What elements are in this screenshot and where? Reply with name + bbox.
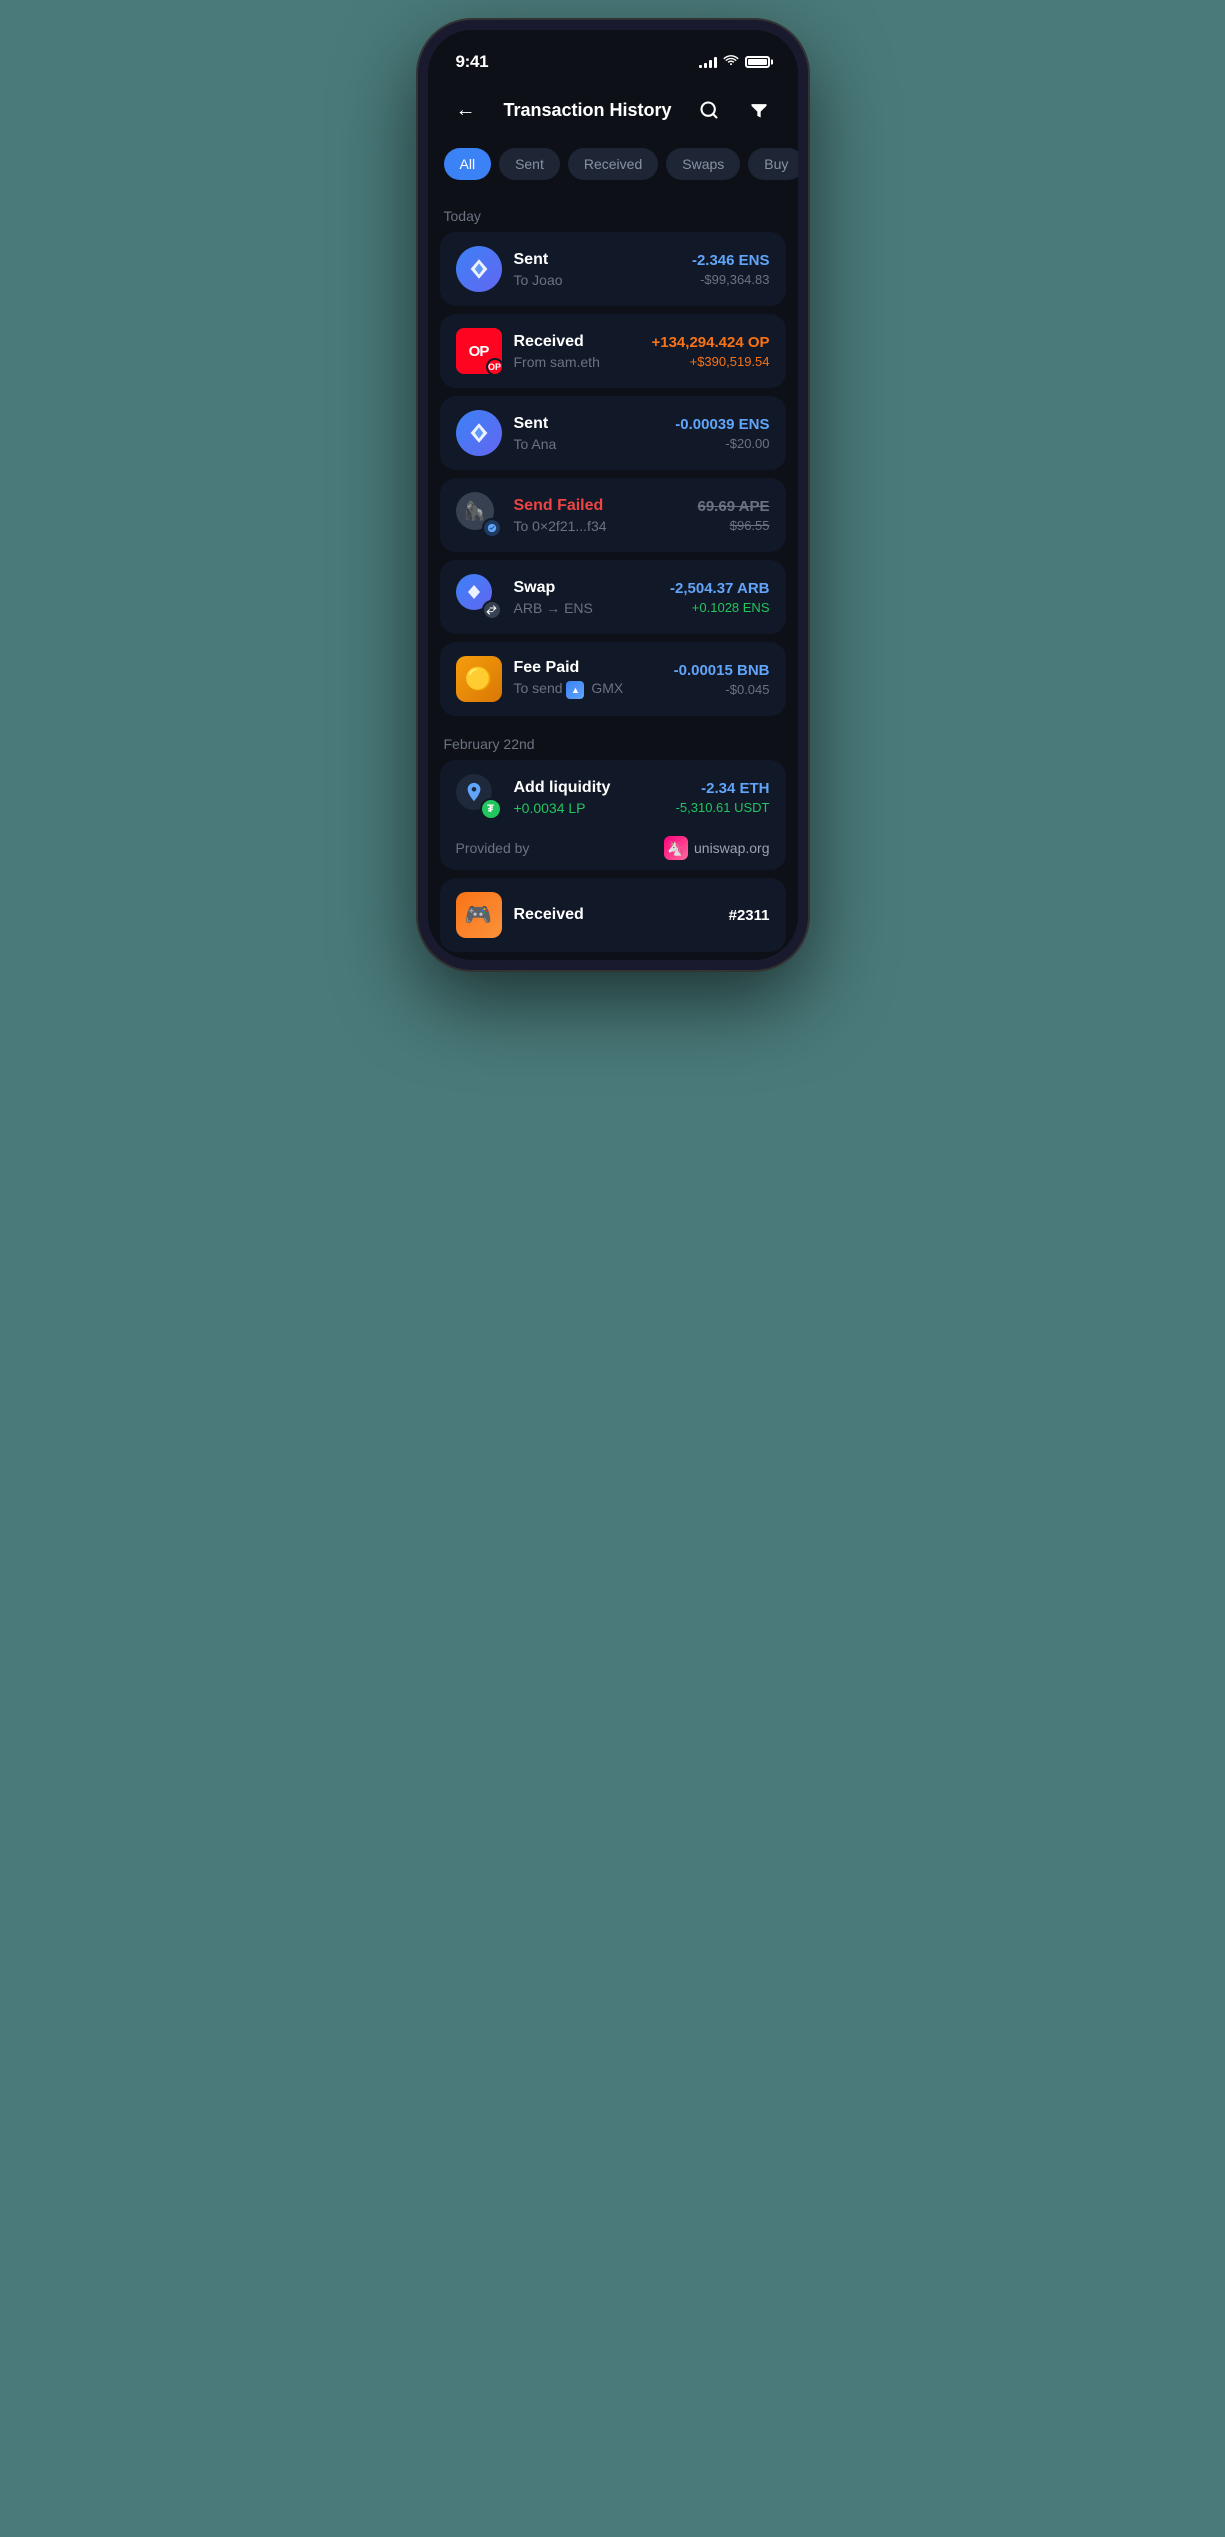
search-button[interactable] [691,92,727,128]
tx-amount: -2.346 ENS [692,252,770,269]
phone-frame: 9:41 ← Transaction History [418,20,808,970]
transaction-item[interactable]: 🦍 Send Failed To 0×2f21...f34 69.69 APE … [440,478,786,552]
status-icons [699,54,770,70]
transaction-item[interactable]: 🎮 Received #2311 [440,878,786,952]
tx-usd: +$390,519.54 [690,354,770,369]
tab-buy[interactable]: Buy [748,148,797,180]
tx-title: Sent [514,251,563,269]
status-time: 9:41 [456,52,489,72]
tx-title: Send Failed [514,497,607,515]
tab-all[interactable]: All [444,148,492,180]
tx-amount: -2,504.37 ARB [670,580,770,597]
page-title: Transaction History [503,100,671,121]
status-bar: 9:41 [428,30,798,80]
transaction-item[interactable]: ₮ Add liquidity +0.0034 LP -2.34 ETH -5,… [440,760,786,834]
filter-button[interactable] [741,92,777,128]
section-feb22: February 22nd [440,724,786,760]
header: ← Transaction History [428,80,798,144]
tx-title: Fee Paid [514,659,624,677]
transaction-item[interactable]: Sent To Ana -0.00039 ENS -$20.00 [440,396,786,470]
tab-swaps[interactable]: Swaps [666,148,740,180]
provided-by-label: Provided by [456,840,530,856]
signal-icon [699,56,717,68]
swap-icon [456,574,502,620]
tx-usd: -$99,364.83 [700,272,769,287]
op-icon: OP OP [456,328,502,374]
transaction-item[interactable]: Swap ARB → ENS -2,504.37 ARB +0.1028 ENS [440,560,786,634]
usdt-sub-icon: ₮ [480,798,502,820]
liquidity-icon: ₮ [456,774,502,820]
tx-title: Swap [514,579,593,597]
tx-title: Add liquidity [514,779,611,797]
tx-title: Received [514,333,600,351]
tx-amount: 69.69 APE [698,498,770,515]
back-button[interactable]: ← [448,92,484,128]
tx-title: Received [514,906,584,924]
filter-tabs: All Sent Received Swaps Buy Se [428,144,798,196]
battery-icon [745,56,770,68]
tx-title: Sent [514,415,557,433]
transaction-item[interactable]: OP OP Received From sam.eth +134,294.424… [440,314,786,388]
tx-subtitle: From sam.eth [514,354,600,370]
tx-subtitle: +0.0034 LP [514,800,611,816]
ens-icon [456,246,502,292]
tx-amount: -0.00015 BNB [674,662,770,679]
gmx-inline-icon: ▲ [566,681,584,699]
provider-brand[interactable]: 🦄 uniswap.org [664,836,770,860]
tx-subtitle: To Ana [514,436,557,452]
tx-subtitle: To Joao [514,272,563,288]
tx-subtitle: To send ▲ GMX [514,680,624,698]
tx-usd: +0.1028 ENS [692,600,770,615]
tx-subtitle: To 0×2f21...f34 [514,518,607,534]
transaction-list: Today Sent To Joao -2.346 ENS -$99,364.8… [428,196,798,952]
transaction-item[interactable]: 🟡 Fee Paid To send ▲ GMX -0.00015 BNB -$… [440,642,786,716]
header-actions [691,92,777,128]
ape-icon: 🦍 [456,492,502,538]
nft-icon: 🎮 [456,892,502,938]
provider-name: uniswap.org [694,840,770,856]
tx-amount: +134,294.424 OP [651,334,769,351]
tx-amount: -0.00039 ENS [675,416,769,433]
tab-sent[interactable]: Sent [499,148,560,180]
tx-subtitle: ARB → ENS [514,600,593,616]
tx-usd: $96.55 [730,518,770,533]
tab-received[interactable]: Received [568,148,658,180]
tx-usd: -5,310.61 USDT [676,800,770,815]
bnb-icon: 🟡 [456,656,502,702]
tx-usd: -$20.00 [725,436,769,451]
transaction-item[interactable]: Sent To Joao -2.346 ENS -$99,364.83 [440,232,786,306]
tx-amount: #2311 [729,907,770,924]
tx-amount: -2.34 ETH [701,780,769,797]
section-today: Today [440,196,786,232]
tx-usd: -$0.045 [725,682,769,697]
provided-by-section: Provided by 🦄 uniswap.org [440,826,786,870]
ens-icon [456,410,502,456]
back-arrow-icon: ← [456,99,476,122]
wifi-icon [723,54,739,70]
uniswap-logo-icon: 🦄 [664,836,688,860]
